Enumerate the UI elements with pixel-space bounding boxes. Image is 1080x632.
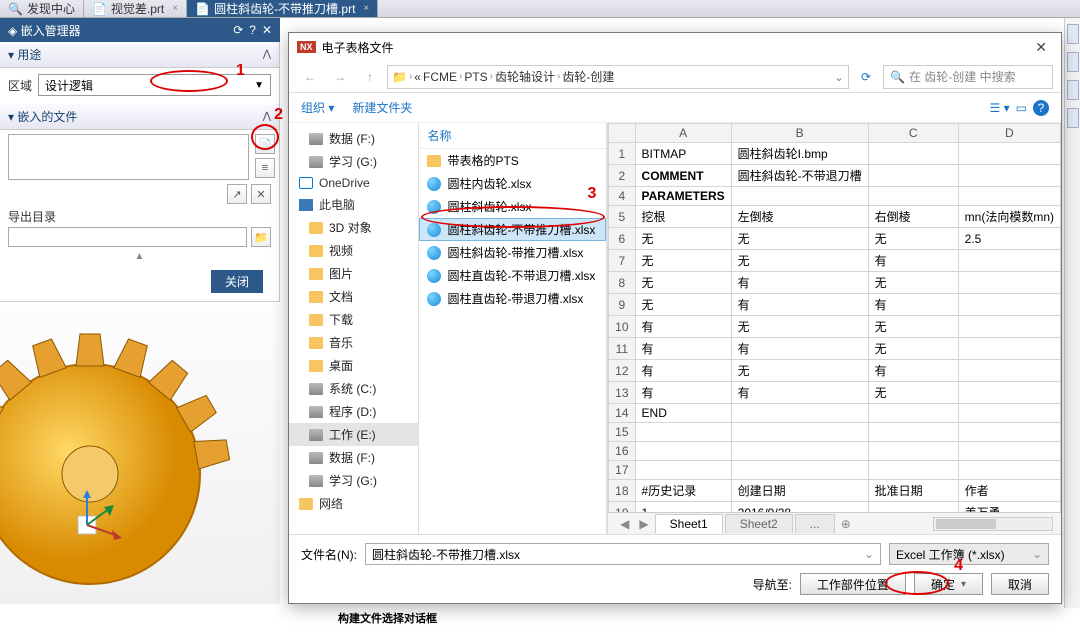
sheet-tab-1[interactable]: Sheet1 [655, 514, 723, 533]
file-item[interactable]: 圆柱斜齿轮-不带推刀槽.xlsx [419, 218, 606, 241]
file-dialog: NX电子表格文件 ✕ ← → ↑ 📁 ›« FCME› PTS› 齿轮轴设计› … [288, 32, 1062, 604]
tab-gear-part[interactable]: 📄圆柱斜齿轮-不带推刀槽.prt× [187, 0, 378, 17]
dialog-titlebar: NX电子表格文件 ✕ [289, 33, 1061, 61]
file-item[interactable]: 带表格的PTS [419, 149, 606, 172]
tree-item[interactable]: 数据 (F:) [289, 127, 418, 150]
navto-label: 导航至: [753, 576, 792, 593]
close-button[interactable]: 关闭 [211, 270, 263, 293]
right-tool-strip [1064, 18, 1080, 608]
3d-viewport[interactable] [0, 304, 280, 604]
sheet-tab-2[interactable]: Sheet2 [725, 514, 793, 533]
browse-folder-icon[interactable]: 📁 [251, 227, 271, 247]
workpart-location-button[interactable]: 工作部件位置 [800, 573, 906, 595]
tree-item[interactable]: OneDrive [289, 173, 418, 193]
tree-item[interactable]: 数据 (F:) [289, 446, 418, 469]
filename-input[interactable]: 圆柱斜齿轮-不带推刀槽.xlsx⌄ [365, 543, 881, 565]
file-item[interactable]: 圆柱内齿轮.xlsx [419, 172, 606, 195]
nav-up-icon[interactable]: ↑ [357, 65, 383, 89]
filename-label: 文件名(N): [301, 546, 357, 563]
tree-item[interactable]: 下载 [289, 308, 418, 331]
embedded-manager-header: ◈ 嵌入管理器 ⟳?✕ [0, 18, 280, 42]
export-dir-label: 导出目录 [0, 206, 279, 225]
tab-parallax[interactable]: 📄视觉差.prt× [84, 0, 187, 17]
tree-item[interactable]: 系统 (C:) [289, 377, 418, 400]
tree-item[interactable]: 桌面 [289, 354, 418, 377]
view-mode-icon[interactable]: ☰ ▾ [990, 101, 1010, 115]
delete-icon[interactable]: ✕ [251, 184, 271, 204]
sheet-grid[interactable]: ABCD1BITMAP圆柱斜齿轮I.bmp2COMMENT圆柱斜齿轮-不带退刀槽… [608, 123, 1061, 512]
tree-item[interactable]: 音乐 [289, 331, 418, 354]
sheet-hscroll[interactable] [933, 517, 1053, 531]
browse-icon[interactable]: 📄 [255, 134, 275, 154]
ok-button[interactable]: 确定▾ [914, 573, 983, 595]
export-dir-input[interactable] [8, 227, 247, 247]
dialog-close-icon[interactable]: ✕ [1029, 39, 1053, 56]
tree-item[interactable]: 学习 (G:) [289, 150, 418, 173]
sheet-nav-prev-icon[interactable]: ◀ [616, 517, 633, 531]
help-icon[interactable]: ? [249, 23, 256, 37]
file-item[interactable]: 圆柱斜齿轮.xlsx [419, 195, 606, 218]
close-icon[interactable]: ✕ [262, 23, 272, 37]
tree-item[interactable]: 图片 [289, 262, 418, 285]
cancel-button[interactable]: 取消 [991, 573, 1049, 595]
close-icon[interactable]: × [363, 3, 369, 14]
tree-item[interactable]: 工作 (E:) [289, 423, 418, 446]
breadcrumb[interactable]: 📁 ›« FCME› PTS› 齿轮轴设计› 齿轮-创建 ⌄ [387, 65, 849, 89]
region-label: 区域 [8, 77, 32, 94]
close-icon[interactable]: × [172, 3, 178, 14]
help-icon[interactable]: ? [1033, 100, 1049, 116]
nx-badge-icon: NX [297, 41, 316, 53]
new-folder-button[interactable]: 新建文件夹 [352, 99, 412, 116]
app-tab-bar: 🔍发现中心 📄视觉差.prt× 📄圆柱斜齿轮-不带推刀槽.prt× [0, 0, 1080, 18]
tree-item[interactable]: 视频 [289, 239, 418, 262]
section-files[interactable]: ▾ 嵌入的文件⋀ [0, 104, 279, 130]
preview-icon[interactable]: ▭ [1016, 101, 1027, 115]
tree-item[interactable]: 网络 [289, 492, 418, 515]
sheet-add-icon[interactable]: ⊕ [837, 517, 855, 531]
region-combo[interactable]: 设计逻辑▼ [38, 74, 271, 96]
nav-back-icon[interactable]: ← [297, 65, 323, 89]
refresh-icon[interactable]: ⟳ [233, 23, 243, 37]
coordinate-triad [70, 484, 130, 544]
sheet-tab-bar: ◀ ▶ Sheet1 Sheet2 ... ⊕ [608, 512, 1061, 534]
caption-text: 构建文件选择对话框 [338, 610, 437, 626]
folder-tree[interactable]: 数据 (F:)学习 (G:)OneDrive此电脑3D 对象视频图片文档下载音乐… [289, 123, 419, 534]
files-pane: 名称 3 带表格的PTS圆柱内齿轮.xlsx圆柱斜齿轮.xlsx圆柱斜齿轮-不带… [419, 123, 607, 534]
expand-icon[interactable]: ↗ [227, 184, 247, 204]
embedded-manager-body: ▾ 用途⋀ 区域 设计逻辑▼ 1 ▾ 嵌入的文件⋀ 📄 ≡ 2 ↗ ✕ 导出目录… [0, 42, 280, 302]
tree-item[interactable]: 文档 [289, 285, 418, 308]
nav-fwd-icon: → [327, 65, 353, 89]
file-item[interactable]: 圆柱直齿轮-带退刀槽.xlsx [419, 287, 606, 310]
list-icon[interactable]: ≡ [255, 158, 275, 178]
filetype-combo[interactable]: Excel 工作簿 (*.xlsx)⌄ [889, 543, 1049, 565]
embedded-files-list[interactable] [8, 134, 249, 180]
files-list[interactable]: 3 带表格的PTS圆柱内齿轮.xlsx圆柱斜齿轮.xlsx圆柱斜齿轮-不带推刀槽… [419, 149, 606, 534]
sheet-tab-more[interactable]: ... [795, 514, 835, 533]
file-item[interactable]: 圆柱斜齿轮-带推刀槽.xlsx [419, 241, 606, 264]
search-input[interactable]: 🔍在 齿轮-创建 中搜索 [883, 65, 1053, 89]
files-header[interactable]: 名称 [419, 123, 606, 149]
sheet-nav-next-icon[interactable]: ▶ [635, 517, 652, 531]
section-use[interactable]: ▾ 用途⋀ [0, 42, 279, 68]
sheet-preview: ABCD1BITMAP圆柱斜齿轮I.bmp2COMMENT圆柱斜齿轮-不带退刀槽… [607, 123, 1061, 534]
tree-item[interactable]: 程序 (D:) [289, 400, 418, 423]
file-item[interactable]: 圆柱直齿轮-不带退刀槽.xlsx [419, 264, 606, 287]
refresh-icon[interactable]: ⟳ [853, 65, 879, 89]
organize-menu[interactable]: 组织 ▾ [301, 99, 334, 116]
tree-item[interactable]: 3D 对象 [289, 216, 418, 239]
tree-item[interactable]: 学习 (G:) [289, 469, 418, 492]
tree-item[interactable]: 此电脑 [289, 193, 418, 216]
tab-discover[interactable]: 🔍发现中心 [0, 0, 84, 17]
